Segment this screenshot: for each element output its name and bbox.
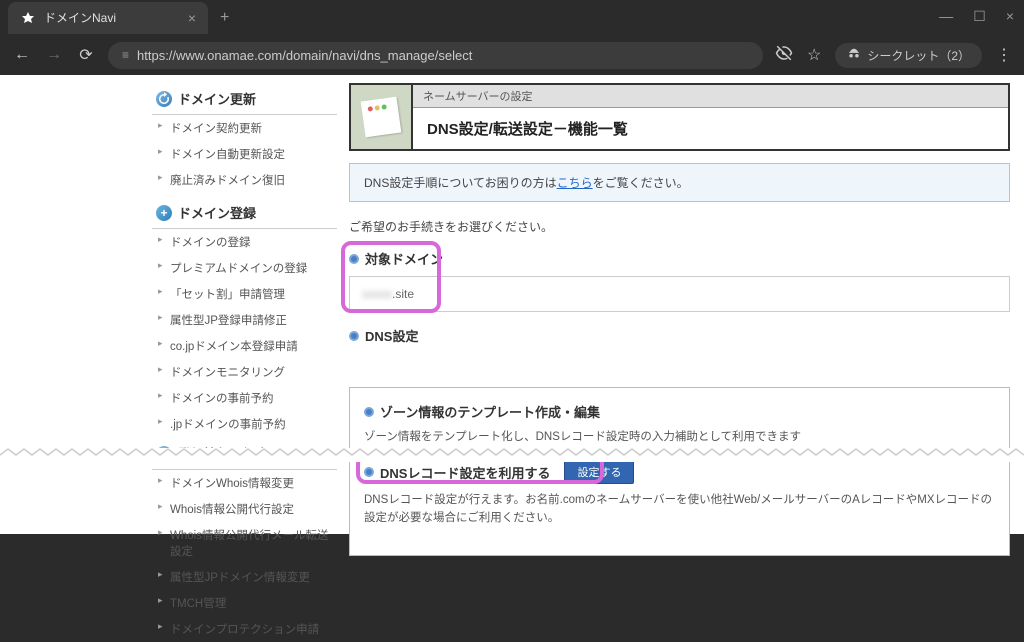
forward-button[interactable]: → <box>44 46 64 64</box>
sidebar-item[interactable]: ドメイン契約更新 <box>152 115 337 141</box>
site-settings-icon[interactable]: ≡ <box>122 48 129 62</box>
instruction-text: ご希望のお手続きをお選びください。 <box>349 218 1010 235</box>
dns-settings-label: DNS設定 <box>349 326 1010 345</box>
back-button[interactable]: ← <box>12 46 32 64</box>
header-text-area: ネームサーバーの設定 DNS設定/転送設定－機能一覧 <box>411 85 1008 149</box>
dns-content-box: ゾーン情報のテンプレート作成・編集 ゾーン情報をテンプレート化し、DNSレコード… <box>349 387 1010 556</box>
section-header: + ドメイン登録 <box>152 197 337 229</box>
domain-suffix: .site <box>392 287 414 301</box>
sidebar-item[interactable]: ドメインの事前予約 <box>152 385 337 411</box>
star-icon[interactable]: ☆ <box>807 45 821 65</box>
section-header: ドメイン更新 <box>152 83 337 115</box>
toolbar-right: ☆ シークレット（2） ⋮ <box>775 43 1012 68</box>
window-controls: — ☐ × <box>939 8 1014 25</box>
info-link[interactable]: こちら <box>557 176 593 190</box>
domain-blur-part: xxxxx <box>362 287 392 301</box>
dns-record-configure-button[interactable]: 設定する <box>564 460 634 484</box>
zone-template-label: ゾーン情報のテンプレート作成・編集 <box>364 402 995 421</box>
paper-icon <box>361 97 402 138</box>
breadcrumb: ネームサーバーの設定 <box>413 85 1008 108</box>
dns-record-desc: DNSレコード設定が行えます。お名前.comのネームサーバーを使い他社Web/メ… <box>364 492 995 527</box>
sidebar-item[interactable]: 属性型JPドメイン情報変更 <box>152 564 337 590</box>
menu-icon[interactable]: ⋮ <box>996 45 1012 65</box>
refresh-icon <box>156 91 172 107</box>
tab-title: ドメインNavi <box>44 9 180 26</box>
sidebar-item[interactable]: ドメインモニタリング <box>152 359 337 385</box>
sidebar-item[interactable]: プレミアムドメインの登録 <box>152 255 337 281</box>
info-suffix: をご覧ください。 <box>593 176 689 190</box>
sidebar-item[interactable]: TMCH管理 <box>152 590 337 616</box>
tab-close-icon[interactable]: × <box>188 10 196 26</box>
sidebar-item[interactable]: 廃止済みドメイン復旧 <box>152 167 337 193</box>
plus-icon: + <box>156 205 172 221</box>
info-box: DNS設定手順についてお困りの方はこちらをご覧ください。 <box>349 163 1010 202</box>
maximize-icon[interactable]: ☐ <box>973 8 986 25</box>
reload-button[interactable]: ⟳ <box>76 45 96 65</box>
browser-chrome: ドメインNavi × + — ☐ × ← → ⟳ ≡ https://www.o… <box>0 0 1024 75</box>
section-title: ドメイン登録 <box>178 203 256 222</box>
sidebar: ドメイン更新 ドメイン契約更新 ドメイン自動更新設定 廃止済みドメイン復旧 + … <box>0 83 345 534</box>
eye-off-icon[interactable] <box>775 44 793 67</box>
bullet-icon <box>364 467 374 477</box>
sidebar-item[interactable]: 「セット割」申請管理 <box>152 281 337 307</box>
incognito-icon <box>847 47 861 64</box>
sidebar-item[interactable]: Whois情報公開代行メール転送設定 <box>152 522 337 564</box>
zone-template-desc: ゾーン情報をテンプレート化し、DNSレコード設定時の入力補助として利用できます <box>364 429 995 446</box>
sidebar-item[interactable]: 属性型JP登録申請修正 <box>152 307 337 333</box>
incognito-label: シークレット（2） <box>867 47 970 64</box>
dns-record-label: DNSレコード設定を利用する 設定する <box>364 460 995 484</box>
sidebar-section-settings: 登録情報の設定 ドメインWhois情報変更 Whois情報公開代行設定 Whoi… <box>152 438 337 642</box>
sidebar-section-register: + ドメイン登録 ドメインの登録 プレミアムドメインの登録 「セット割」申請管理… <box>152 197 337 437</box>
sidebar-item[interactable]: ドメインプロテクション申請 <box>152 616 337 642</box>
target-domain-label: 対象ドメイン <box>349 249 1010 268</box>
zigzag-divider <box>0 448 1024 462</box>
sidebar-item[interactable]: .jpドメインの事前予約 <box>152 411 337 437</box>
tab-bar: ドメインNavi × + — ☐ × <box>0 0 1024 35</box>
bullet-icon <box>349 331 359 341</box>
browser-tab[interactable]: ドメインNavi × <box>8 2 208 34</box>
page-title: DNS設定/転送設定－機能一覧 <box>413 108 1008 149</box>
sidebar-section-update: ドメイン更新 ドメイン契約更新 ドメイン自動更新設定 廃止済みドメイン復旧 <box>152 83 337 193</box>
new-tab-button[interactable]: + <box>220 9 229 27</box>
header-icon-area <box>351 85 411 149</box>
sidebar-item[interactable]: ドメインWhois情報変更 <box>152 470 337 496</box>
sidebar-item[interactable]: ドメイン自動更新設定 <box>152 141 337 167</box>
page-content: ドメイン更新 ドメイン契約更新 ドメイン自動更新設定 廃止済みドメイン復旧 + … <box>0 75 1024 534</box>
url-text: https://www.onamae.com/domain/navi/dns_m… <box>137 48 472 63</box>
minimize-icon[interactable]: — <box>939 8 953 25</box>
sidebar-item[interactable]: ドメインの登録 <box>152 229 337 255</box>
close-window-icon[interactable]: × <box>1006 8 1014 25</box>
section-title: ドメイン更新 <box>178 89 256 108</box>
info-prefix: DNS設定手順についてお困りの方は <box>364 176 557 190</box>
url-bar[interactable]: ≡ https://www.onamae.com/domain/navi/dns… <box>108 42 763 69</box>
sidebar-item[interactable]: Whois情報公開代行設定 <box>152 496 337 522</box>
bullet-icon <box>364 407 374 417</box>
browser-toolbar: ← → ⟳ ≡ https://www.onamae.com/domain/na… <box>0 35 1024 75</box>
page-header-box: ネームサーバーの設定 DNS設定/転送設定－機能一覧 <box>349 83 1010 151</box>
tab-favicon <box>20 10 36 26</box>
domain-display: xxxxx.site <box>349 276 1010 312</box>
bullet-icon <box>349 254 359 264</box>
sidebar-item[interactable]: co.jpドメイン本登録申請 <box>152 333 337 359</box>
incognito-badge[interactable]: シークレット（2） <box>835 43 982 68</box>
main-content: ネームサーバーの設定 DNS設定/転送設定－機能一覧 DNS設定手順についてお困… <box>345 83 1024 534</box>
